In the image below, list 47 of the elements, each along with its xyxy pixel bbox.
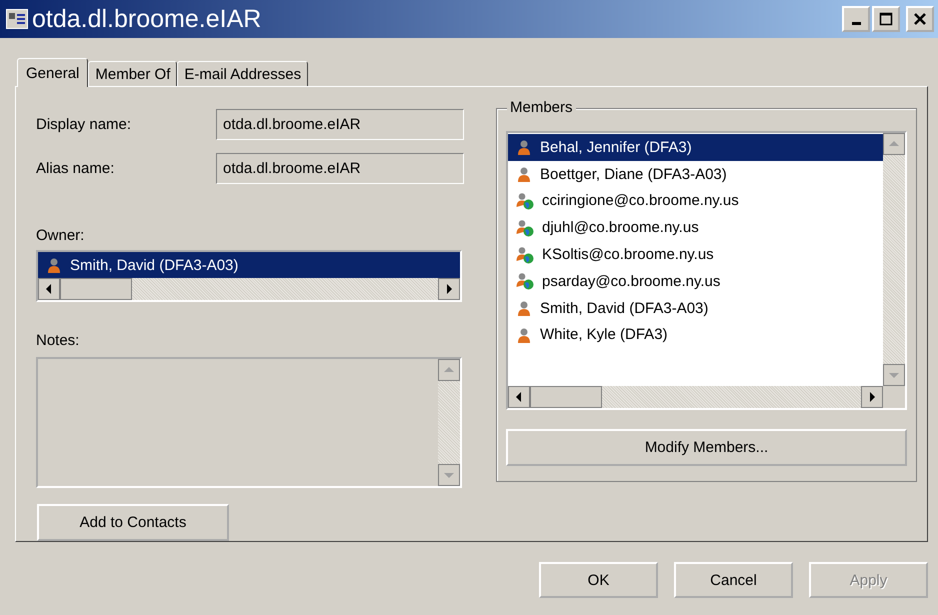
list-item[interactable]: KSoltis@co.broome.ny.us xyxy=(508,241,883,268)
tab[interactable]: Member Of xyxy=(88,61,178,86)
field-label: Display name: xyxy=(36,116,132,133)
text-field[interactable]: otda.dl.broome.eIAR xyxy=(216,153,464,184)
tab[interactable]: General xyxy=(17,58,88,87)
tab[interactable]: E-mail Addresses xyxy=(177,61,308,86)
scrollbar[interactable] xyxy=(438,359,460,486)
list-item[interactable]: Behal, Jennifer (DFA3) xyxy=(508,134,883,161)
dialog-button[interactable]: OK xyxy=(539,562,658,598)
scrollbar[interactable] xyxy=(38,278,460,300)
list-item[interactable]: Smith, David (DFA3-A03) xyxy=(508,294,883,322)
owner-list[interactable]: Smith, David (DFA3-A03) xyxy=(36,250,462,302)
list-item[interactable]: Smith, David (DFA3-A03) xyxy=(38,252,460,278)
list-item[interactable]: White, Kyle (DFA3) xyxy=(508,322,883,348)
notes-field[interactable] xyxy=(36,357,462,488)
add-to-contacts-button[interactable]: Add to Contacts xyxy=(37,504,229,541)
user-globe-icon xyxy=(516,218,534,237)
close-button[interactable] xyxy=(906,6,934,32)
dialog-button[interactable]: Cancel xyxy=(674,562,793,598)
list-item[interactable]: Boettger, Diane (DFA3-A03) xyxy=(508,160,883,188)
user-globe-icon xyxy=(516,272,534,290)
scroll-thumb[interactable] xyxy=(60,278,132,300)
user-icon xyxy=(516,300,532,316)
user-globe-icon xyxy=(516,192,534,210)
minimize-icon xyxy=(852,22,860,25)
minimize-button[interactable] xyxy=(842,6,870,32)
window-title: otda.dl.broome.eIAR xyxy=(32,4,262,34)
maximize-button[interactable] xyxy=(872,6,900,32)
properties-icon xyxy=(6,9,28,29)
field-label: Notes: xyxy=(36,332,80,349)
scroll-thumb[interactable] xyxy=(530,386,602,408)
user-icon xyxy=(516,139,532,156)
list-item[interactable]: cciringione@co.broome.ny.us xyxy=(508,188,883,214)
members-list[interactable]: Behal, Jennifer (DFA3) Boettger, Diane (DFA3-A03) cciringione@co.broome.ny.us djuhl@co.broome.ny.us KSoltis@co.broome.ny.us psarday@co.broome.ny.us Smith, David (DFA3-A03) White, Kyle (DFA3) xyxy=(506,131,907,410)
user-icon xyxy=(516,326,532,343)
user-icon xyxy=(516,166,532,182)
user-globe-icon xyxy=(516,246,534,264)
text-field[interactable]: otda.dl.broome.eIAR xyxy=(216,109,464,140)
scrollbar[interactable] xyxy=(883,133,905,386)
list-item[interactable]: psarday@co.broome.ny.us xyxy=(508,268,883,295)
list-item[interactable]: djuhl@co.broome.ny.us xyxy=(508,214,883,242)
modify-members-button[interactable]: Modify Members... xyxy=(506,429,907,466)
field-label: Owner: xyxy=(36,227,86,244)
maximize-icon xyxy=(879,12,893,26)
close-icon xyxy=(913,12,927,26)
user-icon xyxy=(46,257,62,273)
field-label: Alias name: xyxy=(36,160,116,177)
